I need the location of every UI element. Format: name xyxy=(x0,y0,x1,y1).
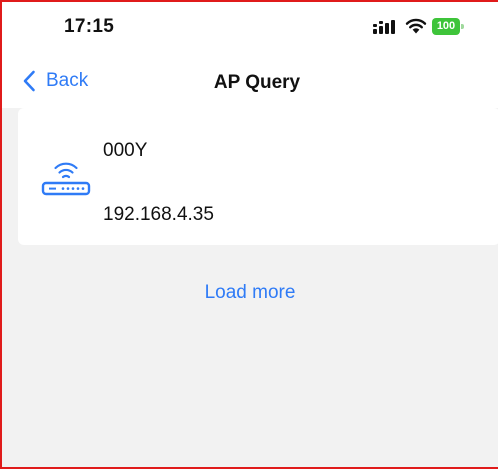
cellular-signal-icon xyxy=(373,20,395,34)
battery-indicator: 100 xyxy=(432,18,464,35)
ap-name: 000Y xyxy=(103,140,148,161)
status-time: 17:15 xyxy=(64,16,115,37)
wifi-router-icon xyxy=(41,162,91,196)
battery-cap xyxy=(461,24,464,29)
ap-ip-address: 192.168.4.35 xyxy=(103,204,214,225)
header-area: 17:15 100 Back AP Query xyxy=(2,2,498,108)
battery-level: 100 xyxy=(432,18,460,35)
navigation-bar: Back AP Query xyxy=(2,58,498,102)
ap-list-item[interactable]: 000Y 192.168.4.35 xyxy=(18,108,498,245)
load-more-button[interactable]: Load more xyxy=(2,282,498,304)
app-screen: 17:15 100 Back AP Query 000Y 192.168.4.3… xyxy=(0,0,498,469)
status-bar: 17:15 100 xyxy=(2,2,498,42)
page-title: AP Query xyxy=(213,72,301,93)
wifi-icon xyxy=(405,18,427,34)
